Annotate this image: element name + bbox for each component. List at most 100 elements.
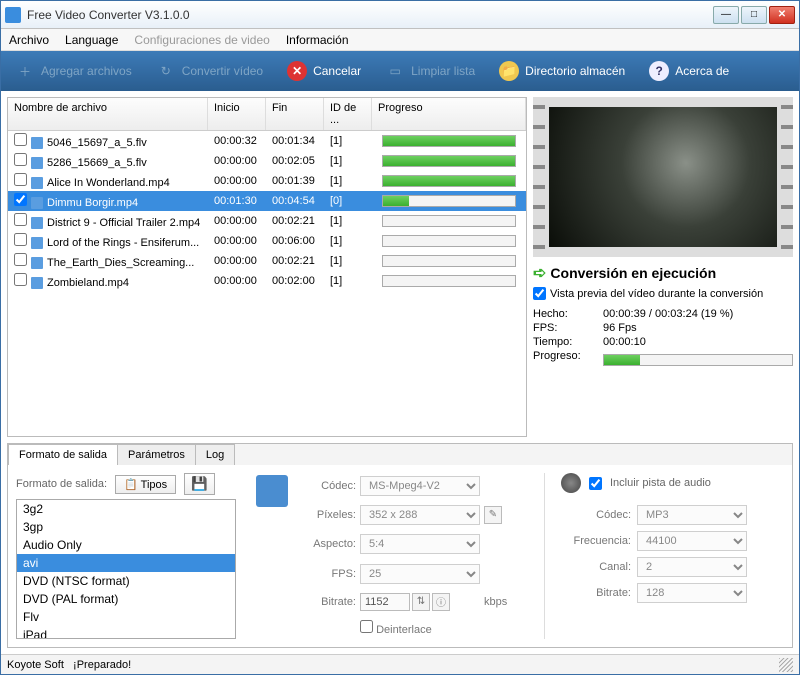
status-title: ➪Conversión en ejecución bbox=[533, 263, 793, 283]
file-icon bbox=[31, 137, 43, 149]
col-start[interactable]: Inicio bbox=[208, 98, 266, 130]
format-item[interactable]: 3g2 bbox=[17, 500, 235, 518]
bitrate-info-button[interactable]: ⓘ bbox=[432, 593, 450, 611]
cancel-icon: ✕ bbox=[287, 61, 307, 81]
format-item[interactable]: DVD (NTSC format) bbox=[17, 572, 235, 590]
menubar: Archivo Language Configuraciones de vide… bbox=[1, 29, 799, 51]
col-id[interactable]: ID de ... bbox=[324, 98, 372, 130]
tab-log[interactable]: Log bbox=[195, 444, 235, 465]
row-progress bbox=[382, 155, 516, 167]
file-icon bbox=[31, 257, 43, 269]
row-progress bbox=[382, 175, 516, 187]
storage-dir-button[interactable]: 📁Directorio almacén bbox=[489, 55, 635, 87]
video-codec-select[interactable]: MS-Mpeg4-V2 bbox=[360, 476, 480, 496]
file-table[interactable]: Nombre de archivo Inicio Fin ID de ... P… bbox=[7, 97, 527, 437]
table-row[interactable]: Lord of the Rings - Ensiferum...00:00:00… bbox=[8, 231, 526, 251]
table-row[interactable]: 5286_15669_a_5.flv00:00:0000:02:05[1] bbox=[8, 151, 526, 171]
clear-list-button: ▭Limpiar lista bbox=[375, 55, 485, 87]
video-aspect-select[interactable]: 5:4 bbox=[360, 534, 480, 554]
deinterlace-checkbox[interactable] bbox=[360, 620, 373, 633]
video-bitrate-input[interactable] bbox=[360, 593, 410, 611]
format-item[interactable]: Audio Only bbox=[17, 536, 235, 554]
save-format-button[interactable]: 💾 bbox=[184, 473, 215, 495]
audio-bitrate-select[interactable]: 128 bbox=[637, 583, 747, 603]
menu-info[interactable]: Información bbox=[286, 33, 349, 47]
table-row[interactable]: Dimmu Borgir.mp400:01:3000:04:54[0] bbox=[8, 191, 526, 211]
add-files-button: ＋Agregar archivos bbox=[5, 55, 142, 87]
about-button[interactable]: ?Acerca de bbox=[639, 55, 739, 87]
col-end[interactable]: Fin bbox=[266, 98, 324, 130]
include-audio-checkbox[interactable] bbox=[589, 477, 602, 490]
fps-label: FPS: bbox=[533, 322, 603, 334]
tab-formato[interactable]: Formato de salida bbox=[8, 444, 118, 465]
status-vendor: Koyote Soft bbox=[7, 659, 64, 671]
row-checkbox[interactable] bbox=[14, 173, 27, 186]
table-row[interactable]: Zombieland.mp400:00:0000:02:00[1] bbox=[8, 271, 526, 291]
tiempo-value: 00:00:10 bbox=[603, 336, 793, 348]
preview-panel: ➪Conversión en ejecución Vista previa de… bbox=[533, 97, 793, 437]
status-message: ¡Preparado! bbox=[73, 659, 131, 671]
row-checkbox[interactable] bbox=[14, 213, 27, 226]
help-icon: ? bbox=[649, 61, 669, 81]
format-item[interactable]: DVD (PAL format) bbox=[17, 590, 235, 608]
bitrate-stepper[interactable]: ⇅ bbox=[412, 593, 430, 611]
col-progress[interactable]: Progreso bbox=[372, 98, 526, 130]
menu-archivo[interactable]: Archivo bbox=[9, 33, 49, 47]
audio-canal-select[interactable]: 2 bbox=[637, 557, 747, 577]
audio-freq-select[interactable]: 44100 bbox=[637, 531, 747, 551]
row-checkbox[interactable] bbox=[14, 273, 27, 286]
minimize-button[interactable]: — bbox=[713, 6, 739, 24]
pixels-edit-button[interactable]: ✎ bbox=[484, 506, 502, 524]
col-filename[interactable]: Nombre de archivo bbox=[8, 98, 208, 130]
row-checkbox[interactable] bbox=[14, 233, 27, 246]
maximize-button[interactable]: □ bbox=[741, 6, 767, 24]
progreso-label: Progreso: bbox=[533, 350, 603, 366]
audio-codec-select[interactable]: MP3 bbox=[637, 505, 747, 525]
arrow-right-icon: ➪ bbox=[533, 263, 546, 283]
table-row[interactable]: 5046_15697_a_5.flv00:00:3200:01:34[1] bbox=[8, 131, 526, 151]
format-list[interactable]: 3g23gpAudio OnlyaviDVD (NTSC format)DVD … bbox=[16, 499, 236, 639]
format-item[interactable]: 3gp bbox=[17, 518, 235, 536]
table-row[interactable]: The_Earth_Dies_Screaming...00:00:0000:02… bbox=[8, 251, 526, 271]
window-title: Free Video Converter V3.1.0.0 bbox=[27, 8, 713, 22]
bottom-panel: Formato de salida Parámetros Log Formato… bbox=[7, 443, 793, 648]
menu-config: Configuraciones de video bbox=[134, 33, 269, 47]
row-progress bbox=[382, 135, 516, 147]
plus-icon: ＋ bbox=[15, 61, 35, 81]
fps-value: 96 Fps bbox=[603, 322, 793, 334]
video-fps-select[interactable]: 25 bbox=[360, 564, 480, 584]
app-icon bbox=[5, 7, 21, 23]
table-row[interactable]: Alice In Wonderland.mp400:00:0000:01:39[… bbox=[8, 171, 526, 191]
tipos-button[interactable]: 📋 Tipos bbox=[115, 475, 176, 494]
preview-checkbox[interactable]: Vista previa del vídeo durante la conver… bbox=[533, 287, 793, 300]
format-item[interactable]: iPad bbox=[17, 626, 235, 639]
video-pixels-select[interactable]: 352 x 288 bbox=[360, 505, 480, 525]
hecho-label: Hecho: bbox=[533, 308, 603, 320]
overall-progress bbox=[603, 354, 793, 366]
tabs: Formato de salida Parámetros Log bbox=[8, 444, 792, 465]
table-row[interactable]: District 9 - Official Trailer 2.mp400:00… bbox=[8, 211, 526, 231]
file-icon bbox=[31, 277, 43, 289]
convert-button: ↻Convertir vídeo bbox=[146, 55, 273, 87]
row-checkbox[interactable] bbox=[14, 253, 27, 266]
file-icon bbox=[31, 237, 43, 249]
row-progress bbox=[382, 215, 516, 227]
row-checkbox[interactable] bbox=[14, 133, 27, 146]
row-checkbox[interactable] bbox=[14, 193, 27, 206]
cancel-button[interactable]: ✕Cancelar bbox=[277, 55, 371, 87]
tab-parametros[interactable]: Parámetros bbox=[117, 444, 196, 465]
hecho-value: 00:00:39 / 00:03:24 (19 %) bbox=[603, 308, 793, 320]
close-button[interactable]: ✕ bbox=[769, 6, 795, 24]
folder-icon: 📁 bbox=[499, 61, 519, 81]
speaker-icon bbox=[561, 473, 581, 493]
video-preview bbox=[533, 97, 793, 257]
row-checkbox[interactable] bbox=[14, 153, 27, 166]
format-item[interactable]: avi bbox=[17, 554, 235, 572]
row-progress bbox=[382, 235, 516, 247]
clear-icon: ▭ bbox=[385, 61, 405, 81]
resize-grip[interactable] bbox=[779, 658, 793, 672]
file-icon bbox=[31, 217, 43, 229]
format-item[interactable]: Flv bbox=[17, 608, 235, 626]
video-icon bbox=[256, 475, 288, 507]
menu-language[interactable]: Language bbox=[65, 33, 118, 47]
